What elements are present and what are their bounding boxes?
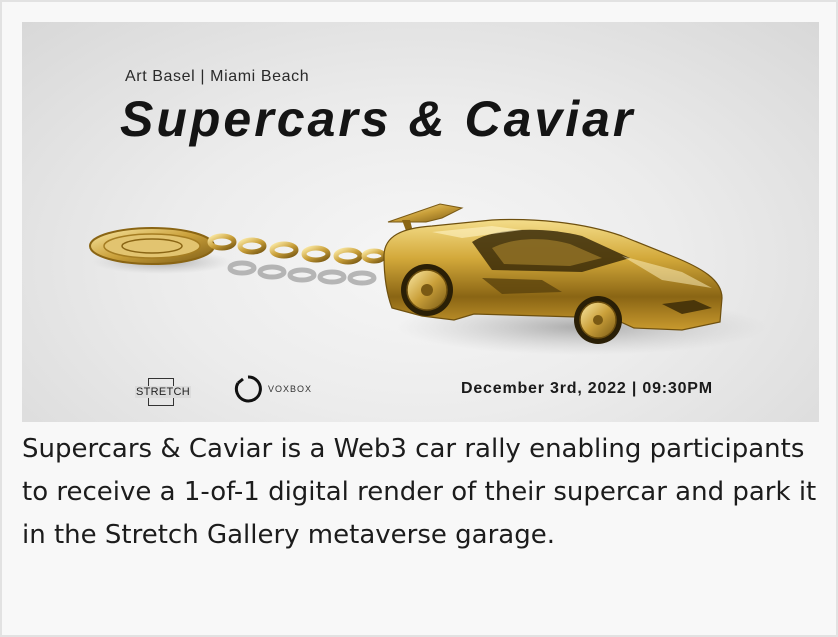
voxbox-logo: VOXBOX	[234, 375, 312, 403]
front-wheel	[574, 296, 622, 344]
keychain-chain	[207, 233, 387, 265]
rear-wheel	[401, 264, 453, 316]
gold-car-illustration	[89, 203, 767, 355]
stretch-logo-text: STRETCH	[134, 386, 192, 398]
stretch-logo: STRETCH	[134, 374, 192, 410]
article-description: Supercars & Caviar is a Web3 car rally e…	[22, 434, 817, 550]
keychain-medallion	[89, 227, 215, 265]
voxbox-ring-icon	[234, 375, 262, 403]
chain-shadow	[227, 260, 377, 286]
event-date-time: December 3rd, 2022 | 09:30PM	[461, 380, 713, 397]
event-banner-image[interactable]: Art Basel | Miami Beach Supercars & Cavi…	[22, 22, 819, 422]
article-card: Art Basel | Miami Beach Supercars & Cavi…	[0, 0, 838, 637]
voxbox-logo-text: VOXBOX	[268, 384, 313, 394]
